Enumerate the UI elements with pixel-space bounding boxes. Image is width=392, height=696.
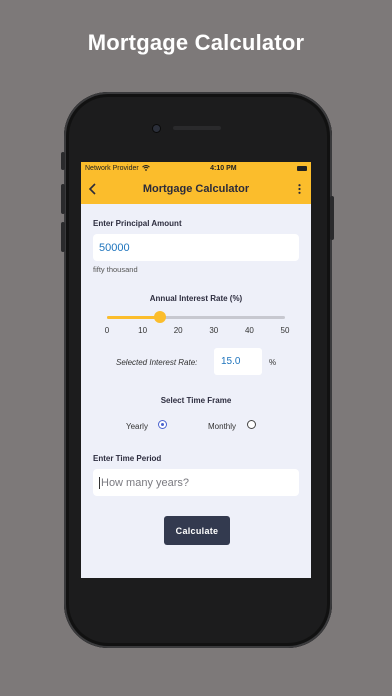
monthly-radio[interactable] [247,420,256,429]
rate-unit: % [269,358,277,367]
status-bar: Network Provider 4:10 PM [81,162,311,174]
interest-rate-slider[interactable] [107,311,285,323]
time-period-placeholder: How many years? [101,476,190,489]
slider-tick: 40 [244,326,254,335]
battery-icon [297,165,307,171]
selected-rate-label: Selected Interest Rate: [116,358,198,367]
volume-up-button [61,184,65,214]
wifi-icon [141,165,150,171]
earpiece-speaker [173,126,221,130]
slider-thumb[interactable] [154,311,167,323]
slider-tick: 20 [173,326,183,335]
text-cursor [99,476,100,489]
promo-title: Mortgage Calculator [87,30,305,55]
monthly-label[interactable]: Monthly [208,422,236,431]
slider-tick: 10 [138,326,148,335]
silent-switch [61,152,65,170]
interest-rate-label: Annual Interest Rate (%) [149,294,243,303]
slider-tick: 0 [104,326,110,335]
back-arrow-icon[interactable] [87,182,99,196]
principal-in-words: fifty thousand [93,265,138,274]
slider-tick: 30 [209,326,219,335]
selected-rate-input[interactable]: 15.0 [214,348,262,375]
principal-label: Enter Principal Amount [93,219,182,228]
app-bar-title: Mortgage Calculator [142,183,250,195]
app-bar: Mortgage Calculator [81,174,311,204]
time-period-input[interactable]: How many years? [93,469,299,496]
time-period-label: Enter Time Period [93,454,162,463]
time-frame-label: Select Time Frame [160,396,232,405]
app-screen: Network Provider 4:10 PM Mortgage Calcul… [81,162,311,578]
slider-tick: 50 [280,326,290,335]
principal-input[interactable]: 50000 [93,234,299,261]
slider-fill [107,316,161,319]
carrier-name: Network Provider [85,164,139,172]
yearly-label[interactable]: Yearly [126,422,148,431]
volume-down-button [61,222,65,252]
yearly-radio[interactable] [158,420,167,429]
power-button [330,196,334,240]
front-camera [153,125,160,132]
calculate-button[interactable]: Calculate [164,516,230,545]
status-time: 4:10 PM [210,164,237,172]
more-vert-icon[interactable] [298,184,301,194]
